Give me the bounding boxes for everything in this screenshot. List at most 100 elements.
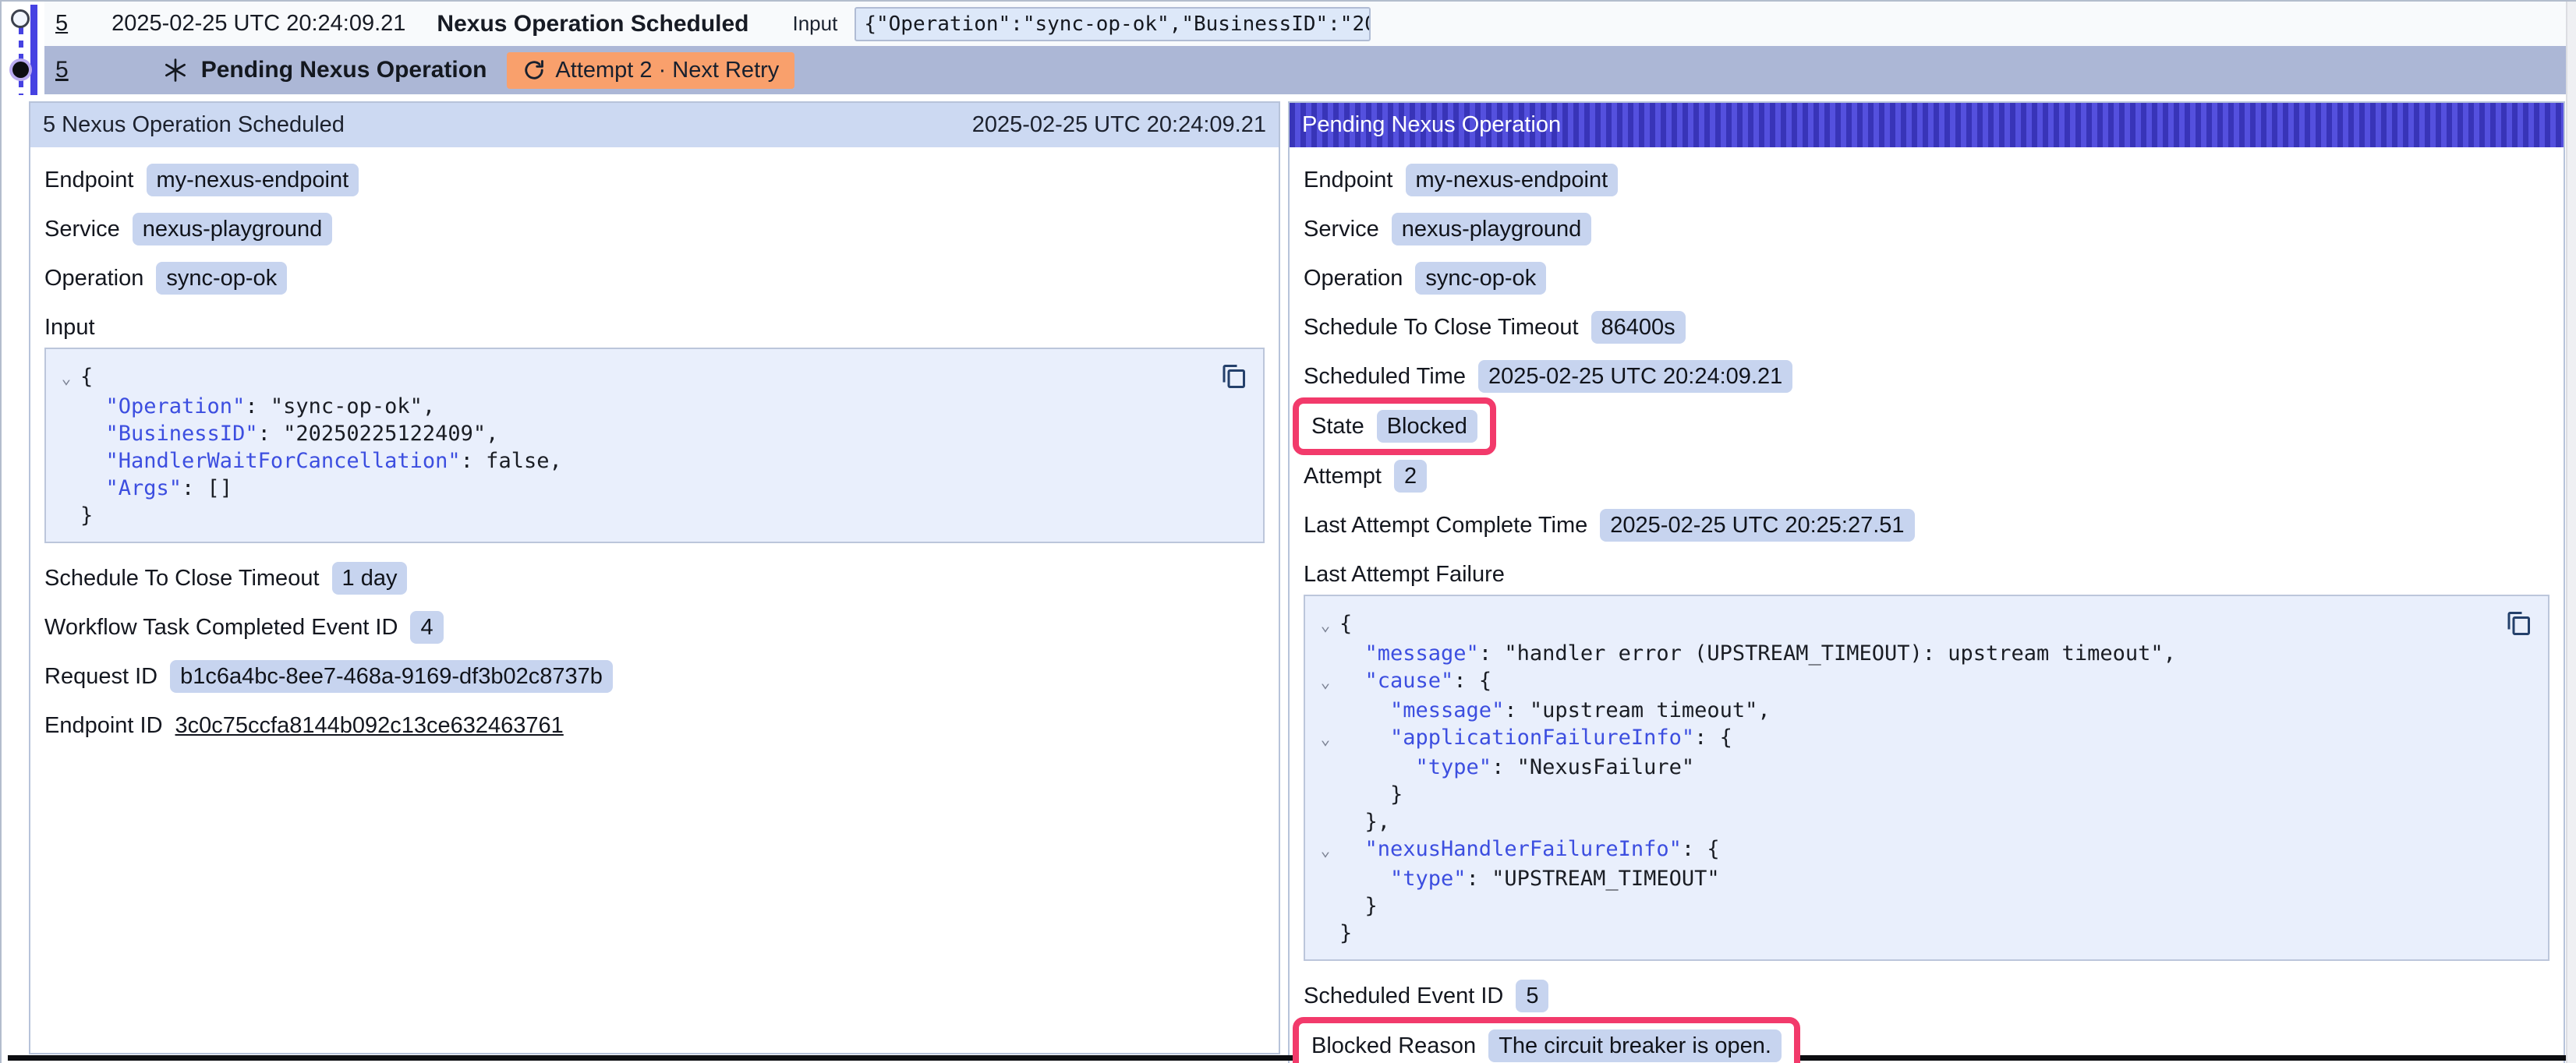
json-key: "message" xyxy=(1339,698,1504,722)
code-gutter xyxy=(52,393,80,420)
json-key: "type" xyxy=(1339,867,1467,891)
json-value: : "handler error (UPSTREAM_TIMEOUT): ups… xyxy=(1479,641,2176,666)
code-text: "type": "UPSTREAM_TIMEOUT" xyxy=(1339,865,1720,892)
json-key: "message" xyxy=(1339,641,1479,666)
field-label: Schedule To Close Timeout xyxy=(44,566,320,592)
event-row-pending[interactable]: 5 Pending Nexus Operation Attempt 2 · Ne… xyxy=(44,46,2566,94)
field-label: State xyxy=(1311,414,1364,440)
code-gutter xyxy=(52,475,80,502)
field-label: Service xyxy=(44,217,120,242)
code-line: ⌄{ xyxy=(52,363,1216,393)
json-key: "cause" xyxy=(1339,669,1453,693)
field-label: Blocked Reason xyxy=(1311,1033,1476,1059)
event-marker-filled-icon[interactable] xyxy=(12,62,29,78)
json-value: : "20250225122409", xyxy=(258,422,499,446)
chevron-down-icon[interactable]: ⌄ xyxy=(1311,835,1339,865)
event-row-scheduled[interactable]: 5 2025-02-25 UTC 20:24:09.21 Nexus Opera… xyxy=(44,2,2566,46)
json-value: { xyxy=(80,365,93,389)
code-gutter xyxy=(1311,865,1339,892)
code-text: "nexusHandlerFailureInfo": { xyxy=(1339,835,1720,865)
code-text: { xyxy=(80,363,93,393)
field-value-chip: Blocked xyxy=(1377,410,1477,443)
field-row: State Blocked xyxy=(1293,397,1496,455)
field-label: Request ID xyxy=(44,664,157,690)
json-key: "type" xyxy=(1339,755,1491,779)
pending-asterisk-icon xyxy=(162,57,189,83)
field-row: Scheduled Time2025-02-25 UTC 20:24:09.21 xyxy=(1304,361,1792,392)
json-value: : { xyxy=(1694,726,1732,750)
chevron-down-icon[interactable]: ⌄ xyxy=(52,363,80,393)
event-id-link[interactable]: 5 xyxy=(55,57,69,83)
field-row: Schedule To Close Timeout 86400s xyxy=(1304,312,1686,343)
field-row: Endpointmy-nexus-endpoint xyxy=(1304,164,1618,196)
json-value: : "UPSTREAM_TIMEOUT" xyxy=(1467,867,1720,891)
timeline-selection-bar xyxy=(30,5,37,95)
code-text: } xyxy=(80,502,93,529)
code-text: "applicationFailureInfo": { xyxy=(1339,724,1732,754)
code-gutter xyxy=(52,447,80,475)
field-value-link[interactable]: 3c0c75ccfa8144b092c13ce632463761 xyxy=(175,713,564,739)
scheduled-event-panel: 5 Nexus Operation Scheduled 2025-02-25 U… xyxy=(29,101,1280,1054)
json-key: "BusinessID" xyxy=(80,422,258,446)
field-row: Operation sync-op-ok xyxy=(1304,263,1546,294)
json-value: : "upstream timeout", xyxy=(1504,698,1770,722)
field-value-chip: 2 xyxy=(1394,460,1427,493)
field-label: Attempt xyxy=(1304,464,1382,489)
field-value-chip: b1c6a4bc-8ee7-468a-9169-df3b02c8737b xyxy=(170,660,613,693)
code-gutter xyxy=(1311,808,1339,835)
panel-title: 5 Nexus Operation Scheduled xyxy=(43,112,345,138)
json-value: } xyxy=(1339,894,1378,918)
field-value-chip: sync-op-ok xyxy=(1415,262,1546,295)
field-label: Last Attempt Complete Time xyxy=(1304,513,1587,539)
code-text: "message": "handler error (UPSTREAM_TIME… xyxy=(1339,640,2176,667)
chevron-down-icon[interactable]: ⌄ xyxy=(1311,667,1339,697)
json-value: { xyxy=(1339,612,1352,636)
code-line: } xyxy=(1311,920,2501,947)
field-value-chip: sync-op-ok xyxy=(156,262,287,295)
event-marker-open-icon[interactable] xyxy=(11,9,30,28)
retry-badge-label: Attempt 2 · Next Retry xyxy=(555,58,779,83)
field-value-chip: The circuit breaker is open. xyxy=(1488,1029,1782,1062)
json-value: }, xyxy=(1339,810,1390,834)
scheduled-panel-header: 5 Nexus Operation Scheduled 2025-02-25 U… xyxy=(30,103,1279,147)
code-line: ⌄ "cause": { xyxy=(1311,667,2501,697)
field-label: Operation xyxy=(1304,266,1403,291)
chevron-down-icon[interactable]: ⌄ xyxy=(1311,610,1339,640)
event-title: Nexus Operation Scheduled xyxy=(437,11,748,37)
field-value-chip: 2025-02-25 UTC 20:25:27.51 xyxy=(1600,509,1914,542)
input-label: Input xyxy=(793,12,838,36)
copy-icon[interactable] xyxy=(1219,362,1247,393)
field-value-chip: 86400s xyxy=(1591,311,1686,344)
retry-icon xyxy=(522,58,546,82)
copy-icon[interactable] xyxy=(2504,609,2532,640)
code-text: }, xyxy=(1339,808,1390,835)
panel-timestamp: 2025-02-25 UTC 20:24:09.21 xyxy=(972,112,1266,138)
code-line: "type": "UPSTREAM_TIMEOUT" xyxy=(1311,865,2501,892)
scrollbar[interactable] xyxy=(2566,2,2576,1063)
code-text: } xyxy=(1339,892,1378,920)
json-key: "HandlerWaitForCancellation" xyxy=(80,449,461,473)
pending-operation-panel: Pending Nexus Operation Endpointmy-nexus… xyxy=(1288,101,2565,1063)
json-value: : { xyxy=(1453,669,1491,693)
field-label: Operation xyxy=(44,266,143,291)
code-text: "Operation": "sync-op-ok", xyxy=(80,393,435,420)
code-gutter xyxy=(1311,892,1339,920)
field-row: Request ID b1c6a4bc-8ee7-468a-9169-df3b02… xyxy=(44,661,613,692)
field-row: Operation sync-op-ok xyxy=(44,263,287,294)
code-gutter xyxy=(52,420,80,447)
code-line: } xyxy=(52,502,1216,529)
failure-section-label: Last Attempt Failure xyxy=(1304,559,2549,590)
pending-fields-bottom: Scheduled Event ID5Blocked ReasonThe cir… xyxy=(1304,980,2549,1063)
field-label: Schedule To Close Timeout xyxy=(1304,315,1579,341)
field-row: Last Attempt Complete Time 2025-02-25 UTC… xyxy=(1304,510,1915,541)
code-gutter xyxy=(52,502,80,529)
code-line: "message": "upstream timeout", xyxy=(1311,697,2501,724)
field-label: Endpoint xyxy=(44,168,134,193)
chevron-down-icon[interactable]: ⌄ xyxy=(1311,724,1339,754)
field-label: Workflow Task Completed Event ID xyxy=(44,615,398,641)
event-timestamp: 2025-02-25 UTC 20:24:09.21 xyxy=(111,11,405,37)
code-line: "message": "handler error (UPSTREAM_TIME… xyxy=(1311,640,2501,667)
event-id-link[interactable]: 5 xyxy=(55,11,68,37)
code-line: "HandlerWaitForCancellation": false, xyxy=(52,447,1216,475)
code-line: ⌄ "applicationFailureInfo": { xyxy=(1311,724,2501,754)
